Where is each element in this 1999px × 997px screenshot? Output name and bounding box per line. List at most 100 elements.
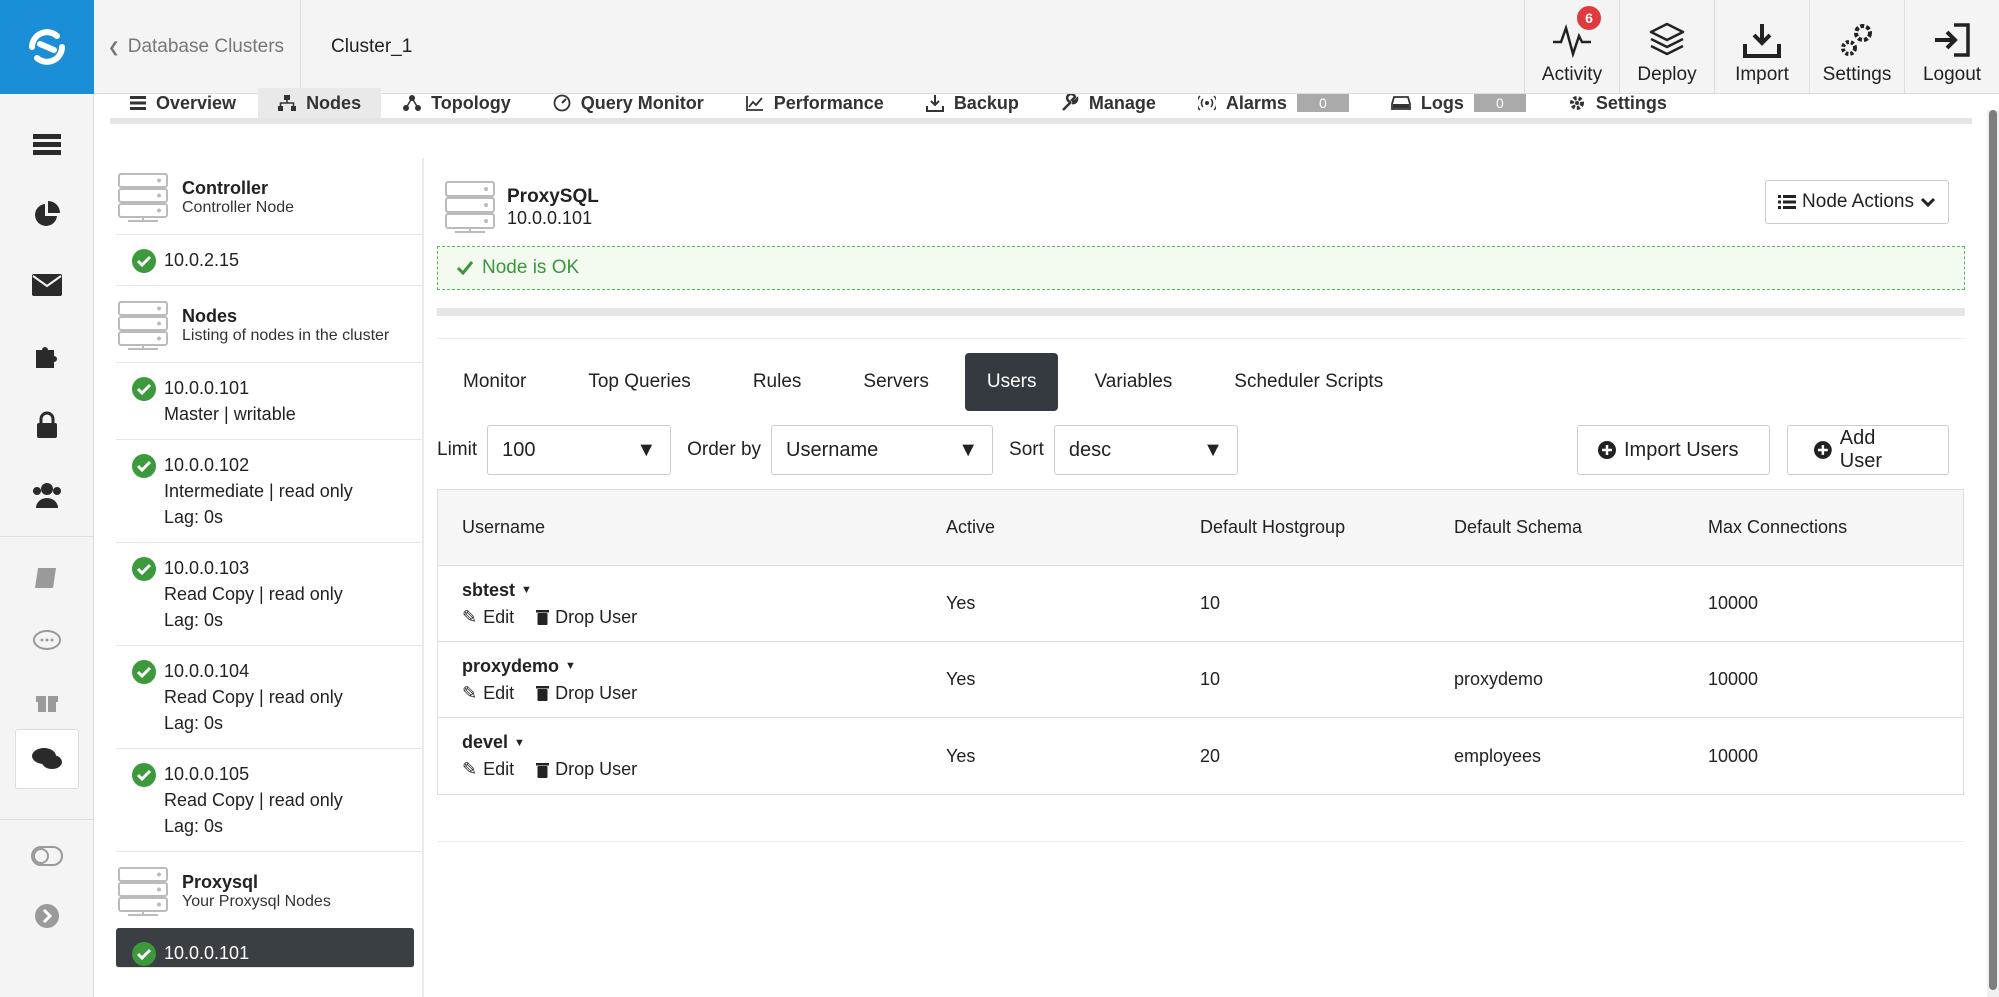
users-table: Username Active Default Hostgroup Defaul… — [437, 489, 1964, 795]
clusters-icon[interactable] — [0, 110, 94, 180]
node-item[interactable]: 10.0.0.102 Intermediate | read only Lag: 0… — [116, 440, 422, 543]
username-dropdown[interactable]: devel ▼ — [462, 732, 946, 753]
tab-manage[interactable]: Manage — [1041, 88, 1176, 118]
book-icon[interactable] — [0, 543, 94, 613]
gears-icon — [1841, 24, 1872, 56]
pencil-icon: ✎ — [462, 606, 478, 627]
controller-group[interactable]: Controller Controller Node — [116, 158, 422, 235]
deploy-button[interactable]: Deploy — [1619, 0, 1714, 94]
caret-down-icon: ▼ — [521, 584, 532, 596]
username-dropdown[interactable]: proxydemo ▼ — [462, 656, 946, 677]
puzzle-icon[interactable] — [0, 320, 94, 390]
check-circle-icon — [132, 249, 156, 273]
expand-arrow-icon[interactable] — [0, 886, 94, 946]
import-button[interactable]: Import — [1714, 0, 1809, 94]
nodes-group[interactable]: Nodes Listing of nodes in the cluster — [116, 286, 422, 363]
drop-user-link[interactable]: Drop User — [555, 759, 637, 780]
edit-link[interactable]: Edit — [483, 683, 514, 704]
app-logo-icon[interactable] — [0, 0, 94, 94]
controller-node-item[interactable]: 10.0.2.15 — [116, 235, 422, 286]
node-item[interactable]: 10.0.0.101 Master | writable — [116, 363, 422, 440]
sort-select[interactable]: desc ▼ — [1053, 425, 1238, 475]
order-by-select[interactable]: Username ▼ — [771, 425, 994, 475]
check-circle-icon — [132, 454, 156, 478]
tab-settings[interactable]: Settings — [1548, 88, 1687, 118]
tab-logs[interactable]: Logs 0 — [1371, 88, 1546, 118]
sort-label: Sort — [1009, 439, 1044, 460]
tab-overview[interactable]: Overview — [110, 88, 256, 118]
caret-down-icon: ▼ — [514, 736, 525, 749]
proxysql-panel: ProxySQL 10.0.0.101 Node Actions Node is… — [437, 178, 1965, 842]
check-icon — [456, 261, 474, 276]
drop-user-link[interactable]: Drop User — [555, 607, 637, 628]
trash-icon — [536, 762, 550, 778]
tab-performance[interactable]: Performance — [726, 88, 904, 118]
node-list: Controller Controller Node 10.0.2.15 Nod… — [116, 158, 424, 997]
lock-icon[interactable] — [0, 390, 94, 460]
add-user-button[interactable]: Add User — [1787, 425, 1949, 475]
edit-link[interactable]: Edit — [483, 759, 514, 780]
gift-icon[interactable] — [0, 671, 94, 729]
tab-alarms[interactable]: Alarms 0 — [1178, 88, 1369, 118]
download-icon — [1743, 24, 1781, 58]
list-icon — [130, 96, 146, 110]
node-item[interactable]: 10.0.0.105 Read Copy | read only Lag: 0s — [116, 749, 422, 852]
toggle-icon[interactable] — [0, 826, 94, 886]
table-header: Username Active Default Hostgroup Defaul… — [438, 490, 1963, 566]
tab-query-monitor[interactable]: Query Monitor — [533, 88, 724, 118]
limit-select[interactable]: 100 ▼ — [487, 425, 672, 475]
activity-badge: 6 — [1577, 6, 1601, 30]
sign-out-icon — [1935, 23, 1970, 57]
download-icon — [925, 95, 944, 112]
caret-down-icon: ▼ — [636, 438, 657, 461]
proxysql-node-item-selected[interactable]: 10.0.0.101 — [116, 928, 414, 968]
subtab-variables[interactable]: Variables — [1068, 353, 1198, 411]
mail-icon[interactable] — [0, 250, 94, 320]
tab-backup[interactable]: Backup — [906, 88, 1039, 118]
top-bar: ❮ Database Clusters Cluster_1 6 Activity… — [94, 0, 1999, 94]
users-filters: Limit 100 ▼ Order by Username ▼ Sort des… — [437, 425, 1965, 475]
alarms-count: 0 — [1296, 94, 1349, 112]
settings-button[interactable]: Settings — [1809, 0, 1904, 94]
users-icon[interactable] — [0, 460, 94, 530]
left-rail — [0, 0, 94, 997]
chat-bubble-icon[interactable] — [0, 613, 94, 671]
check-circle-icon — [132, 557, 156, 581]
subtab-users[interactable]: Users — [964, 353, 1059, 411]
edit-link[interactable]: Edit — [483, 607, 514, 628]
proxysql-subtabs: Monitor Top Queries Rules Servers Users … — [437, 353, 1965, 411]
layers-icon — [1649, 22, 1685, 56]
pencil-icon: ✎ — [462, 759, 478, 779]
check-circle-icon — [132, 763, 156, 787]
proxysql-group[interactable]: Proxysql Your Proxysql Nodes — [116, 852, 422, 928]
logs-count: 0 — [1473, 94, 1526, 112]
subtab-top-queries[interactable]: Top Queries — [562, 353, 716, 411]
tab-topology[interactable]: Topology — [383, 88, 531, 118]
node-item[interactable]: 10.0.0.104 Read Copy | read only Lag: 0s — [116, 646, 422, 749]
subtab-rules[interactable]: Rules — [727, 353, 828, 411]
node-actions-button[interactable]: Node Actions — [1765, 180, 1949, 224]
cluster-title: Cluster_1 — [331, 35, 413, 57]
drop-user-link[interactable]: Drop User — [555, 683, 637, 704]
logout-button[interactable]: Logout — [1904, 0, 1999, 94]
import-users-button[interactable]: Import Users — [1577, 425, 1770, 475]
wrench-icon — [1061, 94, 1079, 111]
comments-icon[interactable] — [14, 729, 79, 789]
limit-label: Limit — [437, 439, 478, 460]
pie-chart-icon[interactable] — [0, 180, 94, 250]
page-scrollbar[interactable] — [1987, 110, 1999, 997]
username-dropdown[interactable]: sbtest ▼ — [462, 580, 946, 601]
subtab-scheduler-scripts[interactable]: Scheduler Scripts — [1208, 353, 1409, 411]
chevron-left-icon: ❮ — [108, 38, 120, 55]
breadcrumb-database-clusters[interactable]: ❮ Database Clusters — [94, 0, 301, 94]
node-item[interactable]: 10.0.0.103 Read Copy | read only Lag: 0s — [116, 543, 422, 646]
subtab-servers[interactable]: Servers — [837, 353, 954, 411]
line-chart-icon — [745, 96, 763, 111]
tab-nodes[interactable]: Nodes — [258, 88, 382, 118]
proxysql-ip: 10.0.0.101 — [507, 207, 593, 228]
chevron-down-icon — [1920, 197, 1936, 208]
scrollbar-thumb[interactable] — [1989, 110, 1997, 990]
activity-button[interactable]: 6 Activity — [1524, 0, 1619, 94]
subtab-monitor[interactable]: Monitor — [437, 353, 552, 411]
server-icon — [118, 867, 168, 916]
